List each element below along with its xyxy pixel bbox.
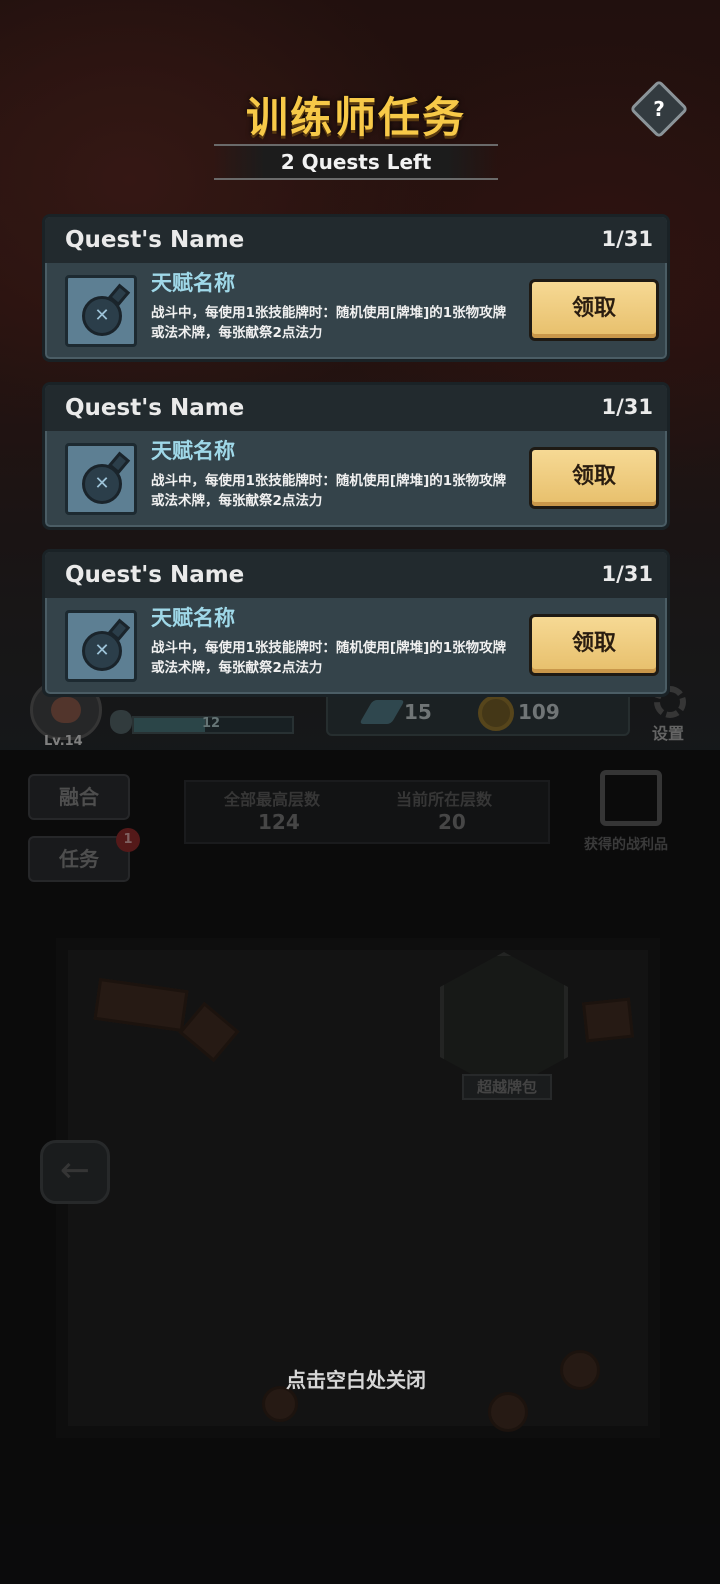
quest-card: Quest's Name 1/31 天赋名称 战斗中，每使用1张技能牌时：随机使… — [42, 214, 670, 362]
quest-card: Quest's Name 1/31 天赋名称 战斗中，每使用1张技能牌时：随机使… — [42, 549, 670, 697]
quest-card: Quest's Name 1/31 天赋名称 战斗中，每使用1张技能牌时：随机使… — [42, 382, 670, 530]
quest-header: Quest's Name 1/31 — [45, 552, 667, 598]
talent-name: 天赋名称 — [151, 439, 235, 463]
quest-progress: 1/31 — [601, 562, 653, 586]
modal-title: 训练师任务 — [245, 93, 466, 142]
talent-name: 天赋名称 — [151, 606, 235, 630]
talent-name: 天赋名称 — [151, 271, 235, 295]
quest-name: Quest's Name — [65, 395, 245, 421]
claim-button[interactable]: 领取 — [529, 447, 659, 509]
potion-bottle-icon — [65, 443, 137, 515]
quest-progress: 1/31 — [601, 227, 653, 251]
claim-button[interactable]: 领取 — [529, 279, 659, 341]
potion-bottle-icon — [65, 610, 137, 682]
potion-bottle-icon — [65, 275, 137, 347]
quest-name: Quest's Name — [65, 227, 245, 253]
close-hint[interactable]: 点击空白处关闭 — [0, 1364, 712, 1393]
quest-name: Quest's Name — [65, 562, 245, 588]
quest-header: Quest's Name 1/31 — [45, 217, 667, 263]
talent-description: 战斗中，每使用1张技能牌时：随机使用[牌堆]的1张物攻牌或法术牌，每张献祭2点法… — [151, 473, 507, 509]
talent-description: 战斗中，每使用1张技能牌时：随机使用[牌堆]的1张物攻牌或法术牌，每张献祭2点法… — [151, 640, 507, 676]
question-mark-icon: ? — [653, 97, 665, 121]
quests-left-banner: 2 Quests Left — [214, 144, 498, 180]
claim-button[interactable]: 领取 — [529, 614, 659, 676]
quest-header: Quest's Name 1/31 — [45, 385, 667, 431]
quest-progress: 1/31 — [601, 395, 653, 419]
talent-description: 战斗中，每使用1张技能牌时：随机使用[牌堆]的1张物攻牌或法术牌，每张献祭2点法… — [151, 305, 507, 341]
